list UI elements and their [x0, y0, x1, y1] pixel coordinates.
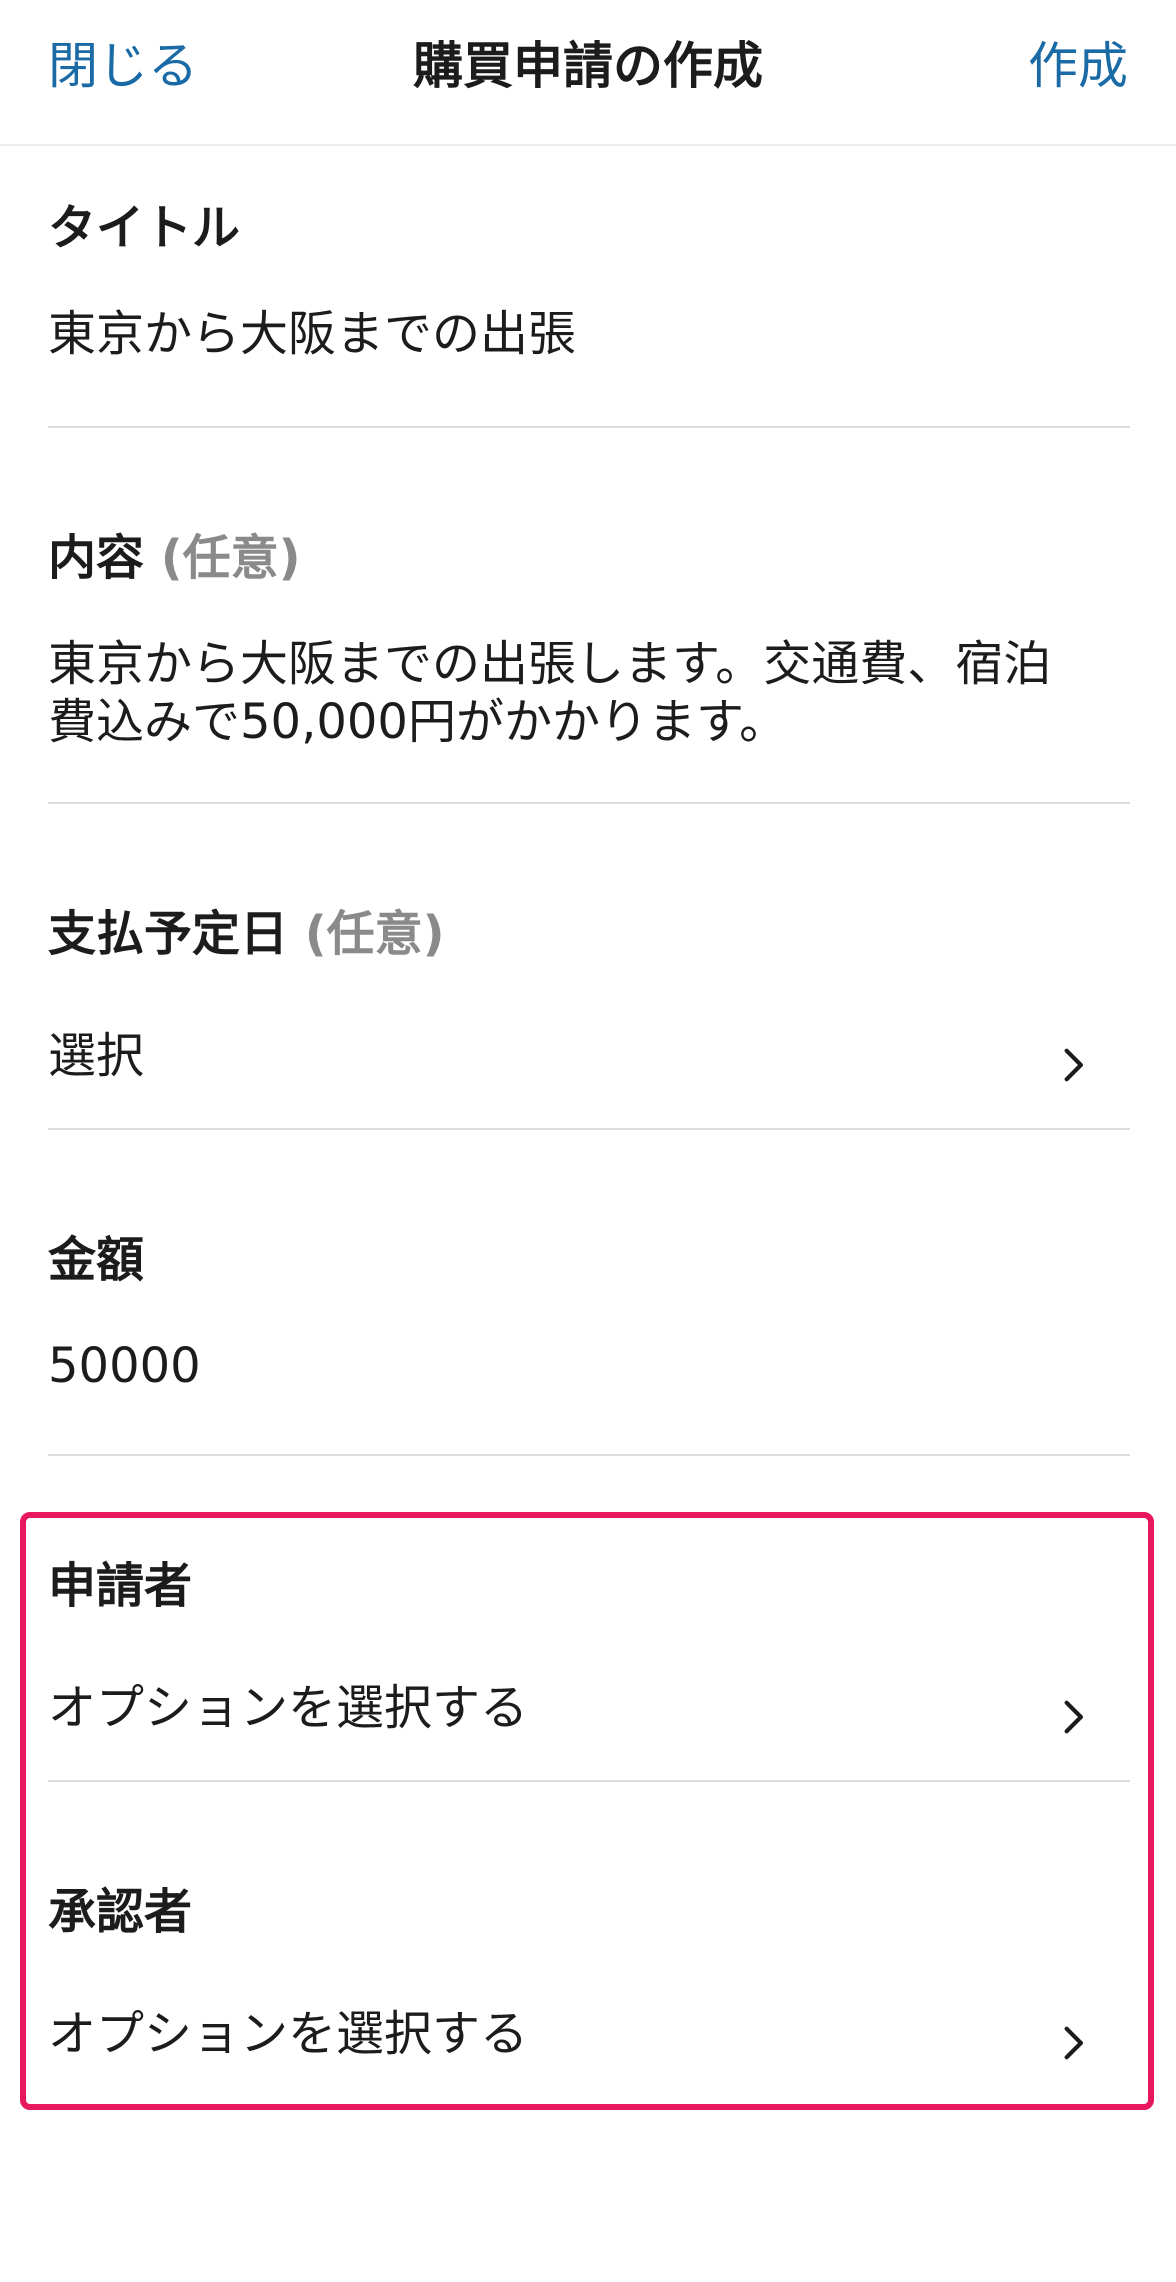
amount-input[interactable]: 50000: [48, 1338, 1130, 1396]
applicant-select[interactable]: オプションを選択する: [48, 1680, 1130, 1760]
payment-date-select[interactable]: 選択: [48, 1028, 1130, 1108]
divider: [48, 426, 1130, 428]
divider: [48, 1128, 1130, 1130]
approver-select[interactable]: オプションを選択する: [48, 2006, 1130, 2086]
content-field-label: 内容 (任意): [48, 530, 1130, 588]
optional-tag: (任意): [160, 530, 301, 586]
title-input[interactable]: 東京から大阪までの出張: [48, 306, 1130, 364]
content-input-value: 東京から大阪までの出張します。交通費、宿泊 費込みで50,000円がかかります。: [48, 636, 1052, 750]
optional-tag: (任意): [304, 906, 445, 962]
amount-value: 50000: [48, 1338, 201, 1394]
approver-label: 承認者: [48, 1884, 193, 1940]
payment-date-label-text: 支払予定日: [48, 906, 289, 962]
divider: [48, 1780, 1130, 1782]
chevron-right-icon: [1064, 1700, 1083, 1734]
title-field-label: タイトル: [48, 200, 241, 256]
payment-date-label: 支払予定日 (任意): [48, 906, 1130, 964]
approver-field: 承認者: [48, 1884, 1130, 1942]
content-field: 内容 (任意): [48, 530, 1130, 588]
applicant-field: 申請者: [48, 1558, 1130, 1616]
payment-date-value: 選択: [48, 1028, 145, 1084]
applicant-label: 申請者: [48, 1558, 193, 1614]
title-input-value: 東京から大阪までの出張: [48, 306, 577, 362]
payment-date-field: 支払予定日 (任意): [48, 906, 1130, 964]
create-button[interactable]: 作成: [1028, 26, 1128, 98]
content-label-text: 内容: [48, 530, 145, 586]
applicant-value: オプションを選択する: [48, 1680, 529, 1736]
divider: [48, 802, 1130, 804]
chevron-right-icon: [1064, 1048, 1083, 1082]
amount-field: 金額: [48, 1232, 1130, 1290]
approver-value: オプションを選択する: [48, 2006, 529, 2062]
divider: [48, 1454, 1130, 1456]
title-field: タイトル: [48, 200, 1130, 258]
page-title: 購買申請の作成: [413, 37, 763, 95]
navigation-header: 閉じる 購買申請の作成 作成: [0, 0, 1176, 146]
amount-label: 金額: [48, 1232, 145, 1288]
chevron-right-icon: [1064, 2026, 1083, 2060]
content-input[interactable]: 東京から大阪までの出張します。交通費、宿泊 費込みで50,000円がかかります。: [48, 636, 1130, 751]
